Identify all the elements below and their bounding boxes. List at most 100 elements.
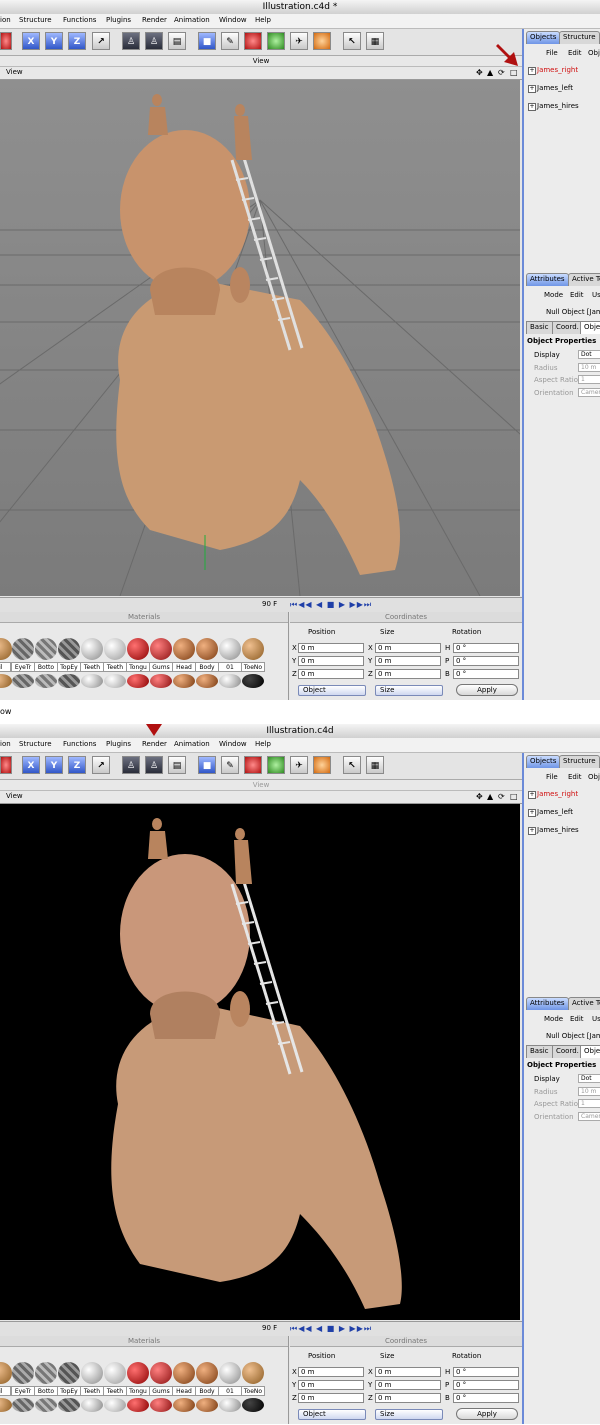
tab-active-tool[interactable]: Active To: [568, 997, 600, 1010]
material-swatch[interactable]: [58, 638, 80, 660]
material-swatch[interactable]: [81, 674, 103, 688]
undo-icon[interactable]: [0, 756, 12, 774]
x-axis-lock-button[interactable]: X: [22, 756, 40, 774]
rotation-h-field[interactable]: 0 °: [453, 1367, 519, 1377]
objects-menu-edit[interactable]: Edit: [568, 49, 582, 57]
rotate-view-icon[interactable]: ⟳: [498, 792, 505, 801]
material-swatch[interactable]: [35, 1398, 57, 1412]
material-swatch[interactable]: [104, 638, 126, 660]
rotation-h-field[interactable]: 0 °: [453, 643, 519, 653]
position-x-field[interactable]: 0 m: [298, 643, 364, 653]
render-picture-icon[interactable]: ♙: [145, 756, 163, 774]
nurbs-icon[interactable]: [244, 756, 262, 774]
deformer-icon[interactable]: ✈: [290, 756, 308, 774]
menu-item-selection[interactable]: ion: [0, 740, 11, 748]
material-swatch[interactable]: [150, 674, 172, 688]
material-label[interactable]: Body: [195, 662, 219, 672]
object-row-james-hires[interactable]: + James_hires: [528, 102, 579, 111]
size-z-field[interactable]: 0 m: [375, 1393, 441, 1403]
prop-radius-field[interactable]: 10 m: [578, 363, 600, 372]
move-view-icon[interactable]: ✥: [476, 792, 483, 801]
menu-item-structure[interactable]: Structure: [19, 740, 52, 748]
attr-menu-edit[interactable]: Edit: [570, 1015, 584, 1023]
y-axis-lock-button[interactable]: Y: [45, 32, 63, 50]
objects-menu-file[interactable]: File: [546, 49, 558, 57]
coord-mode-select[interactable]: Object: [298, 685, 366, 696]
apply-button[interactable]: Apply: [456, 684, 518, 696]
material-swatch[interactable]: [196, 1398, 218, 1412]
playback-controls[interactable]: ⏮◀◀ ◀ ■ ▶ ▶▶⏭: [290, 600, 372, 610]
material-swatch[interactable]: [81, 638, 103, 660]
material-swatch[interactable]: [81, 1362, 103, 1384]
menu-item-plugins[interactable]: Plugins: [106, 740, 131, 748]
material-swatch[interactable]: [81, 1398, 103, 1412]
camera-icon[interactable]: ↖: [343, 32, 361, 50]
timeline-bar[interactable]: 90 F ⏮◀◀ ◀ ■ ▶ ▶▶⏭: [0, 1321, 522, 1336]
menu-item-functions[interactable]: Functions: [63, 740, 96, 748]
menu-item-animation[interactable]: Animation: [174, 16, 210, 24]
position-y-field[interactable]: 0 m: [298, 1380, 364, 1390]
menu-item-render[interactable]: Render: [142, 740, 167, 748]
rotate-view-icon[interactable]: ⟳: [498, 68, 505, 77]
material-label[interactable]: ToeNo: [241, 1386, 265, 1396]
material-swatch[interactable]: [173, 1362, 195, 1384]
tab-attributes[interactable]: Attributes: [526, 273, 569, 286]
attr-menu-mode[interactable]: Mode: [544, 291, 563, 299]
material-swatch[interactable]: [196, 638, 218, 660]
tab-structure[interactable]: Structure: [559, 31, 600, 44]
light-icon[interactable]: ▦: [366, 756, 384, 774]
editor-viewport[interactable]: [0, 80, 520, 596]
material-label[interactable]: Botto: [34, 1386, 58, 1396]
menu-item-window[interactable]: Window: [219, 16, 247, 24]
spline-icon[interactable]: ✎: [221, 756, 239, 774]
subtab-coord[interactable]: Coord.: [552, 1045, 583, 1058]
material-label[interactable]: ToeNo: [241, 662, 265, 672]
prop-display-select[interactable]: Dot: [578, 350, 600, 359]
material-label[interactable]: 01: [218, 662, 242, 672]
menu-item-selection[interactable]: ion: [0, 16, 11, 24]
material-swatch[interactable]: [35, 1362, 57, 1384]
scene-icon[interactable]: [313, 756, 331, 774]
material-swatch[interactable]: [196, 674, 218, 688]
size-z-field[interactable]: 0 m: [375, 669, 441, 679]
material-swatch[interactable]: [242, 1398, 264, 1412]
tab-active-tool[interactable]: Active To: [568, 273, 600, 286]
prop-orientation-select[interactable]: Camera: [578, 388, 600, 397]
zoom-view-icon[interactable]: ▲: [487, 68, 493, 77]
tab-objects[interactable]: Objects: [526, 31, 561, 44]
undo-icon[interactable]: [0, 32, 12, 50]
world-coord-icon[interactable]: ↗: [92, 32, 110, 50]
prop-aspect-field[interactable]: 1: [578, 1099, 600, 1108]
material-label[interactable]: Teeth: [103, 1386, 127, 1396]
material-label[interactable]: EyeTr: [11, 1386, 35, 1396]
material-label[interactable]: Head: [172, 1386, 196, 1396]
array-icon[interactable]: [267, 756, 285, 774]
material-swatch[interactable]: [35, 638, 57, 660]
material-label[interactable]: oil: [0, 1386, 11, 1396]
zoom-view-icon[interactable]: ▲: [487, 792, 493, 801]
material-swatch[interactable]: [127, 1398, 149, 1412]
rotation-b-field[interactable]: 0 °: [453, 1393, 519, 1403]
object-row-james-right[interactable]: + James_right: [528, 66, 578, 75]
menu-item-help[interactable]: Help: [255, 16, 271, 24]
material-label[interactable]: Teeth: [103, 662, 127, 672]
material-label[interactable]: Gums: [149, 1386, 173, 1396]
z-axis-lock-button[interactable]: Z: [68, 32, 86, 50]
menu-item-render[interactable]: Render: [142, 16, 167, 24]
material-swatch[interactable]: [173, 674, 195, 688]
material-swatch[interactable]: [173, 1398, 195, 1412]
material-swatch[interactable]: [12, 1398, 34, 1412]
light-icon[interactable]: ▦: [366, 32, 384, 50]
menu-item-structure[interactable]: Structure: [19, 16, 52, 24]
attr-menu-us[interactable]: Us: [592, 291, 600, 299]
menu-item-plugins[interactable]: Plugins: [106, 16, 131, 24]
prop-display-select[interactable]: Dot: [578, 1074, 600, 1083]
material-swatch[interactable]: [0, 638, 12, 660]
spline-icon[interactable]: ✎: [221, 32, 239, 50]
subtab-basic[interactable]: Basic: [526, 321, 553, 334]
material-swatch[interactable]: [242, 638, 264, 660]
material-swatch[interactable]: [12, 674, 34, 688]
position-z-field[interactable]: 0 m: [298, 1393, 364, 1403]
material-swatch[interactable]: [104, 674, 126, 688]
material-swatch[interactable]: [196, 1362, 218, 1384]
